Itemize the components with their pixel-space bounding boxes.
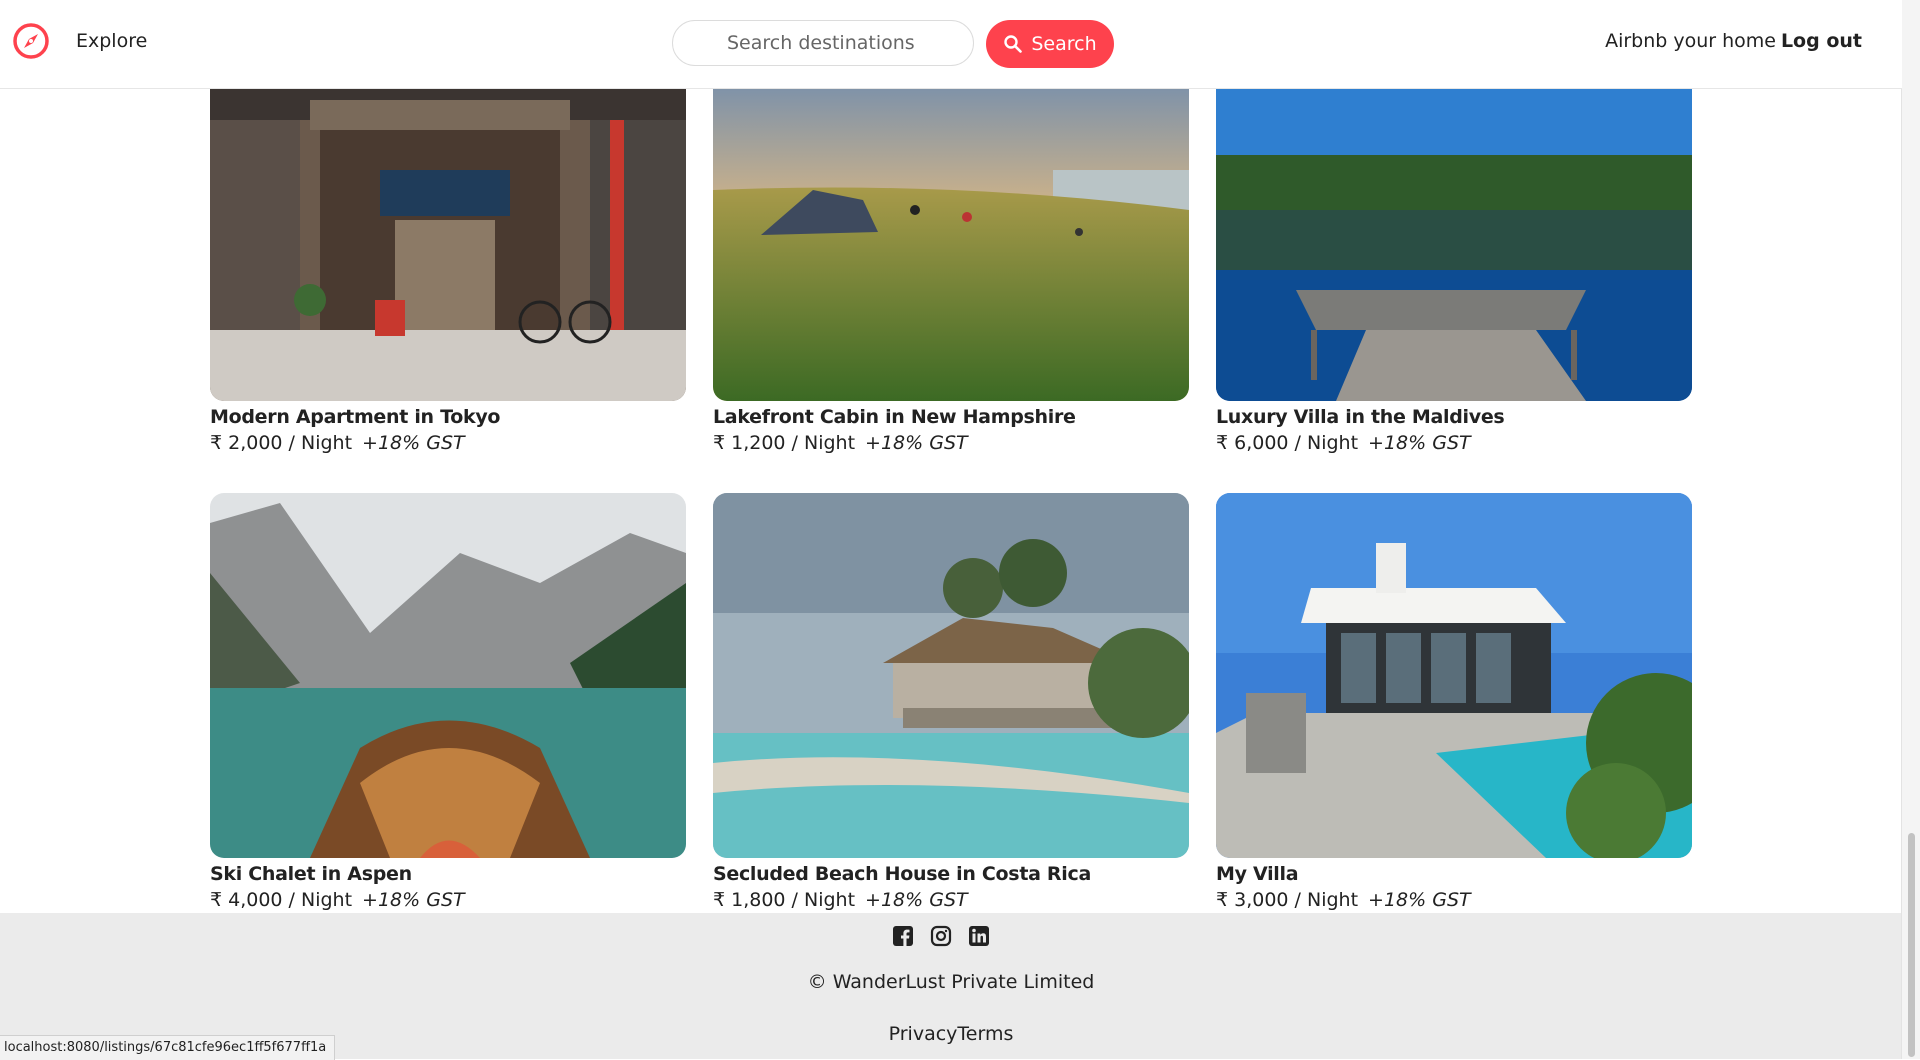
listing-card[interactable]: My Villa ₹ 3,000 / Night +18% GST bbox=[1216, 493, 1692, 911]
listing-card[interactable]: Modern Apartment in Tokyo ₹ 2,000 / Nigh… bbox=[210, 60, 686, 454]
listing-price-value: ₹ 1,200 / Night bbox=[713, 432, 856, 454]
listing-gst: +18% GST bbox=[362, 432, 465, 454]
page-scrollbar[interactable] bbox=[1901, 0, 1920, 1059]
listing-price: ₹ 6,000 / Night +18% GST bbox=[1216, 432, 1692, 454]
listing-image[interactable] bbox=[713, 60, 1189, 401]
listing-price-value: ₹ 6,000 / Night bbox=[1216, 432, 1359, 454]
listing-card[interactable]: Lakefront Cabin in New Hampshire ₹ 1,200… bbox=[713, 60, 1189, 454]
search-button[interactable]: Search bbox=[986, 20, 1114, 68]
explore-link[interactable]: Explore bbox=[76, 30, 147, 52]
social-links bbox=[892, 925, 990, 947]
listing-gst: +18% GST bbox=[362, 889, 465, 911]
listing-gst: +18% GST bbox=[1368, 889, 1471, 911]
listing-title[interactable]: Secluded Beach House in Costa Rica bbox=[713, 863, 1189, 885]
status-bar-url: localhost:8080/listings/67c81cfe96ec1ff5… bbox=[0, 1035, 336, 1060]
search-icon bbox=[1004, 35, 1023, 53]
listing-price-value: ₹ 4,000 / Night bbox=[210, 889, 353, 911]
logout-link[interactable]: Log out bbox=[1781, 30, 1862, 52]
listing-price: ₹ 4,000 / Night +18% GST bbox=[210, 889, 686, 911]
listing-price-value: ₹ 2,000 / Night bbox=[210, 432, 353, 454]
listing-title[interactable]: Luxury Villa in the Maldives bbox=[1216, 406, 1692, 428]
listing-gst: +18% GST bbox=[865, 432, 968, 454]
copyright-text: © WanderLust Private Limited bbox=[807, 971, 1095, 993]
listing-card[interactable]: Secluded Beach House in Costa Rica ₹ 1,8… bbox=[713, 493, 1189, 911]
search-input[interactable] bbox=[672, 20, 974, 66]
search-button-label: Search bbox=[1031, 33, 1097, 55]
listing-title[interactable]: Lakefront Cabin in New Hampshire bbox=[713, 406, 1189, 428]
listing-image[interactable] bbox=[713, 493, 1189, 858]
listing-gst: +18% GST bbox=[865, 889, 968, 911]
linkedin-icon[interactable] bbox=[968, 925, 990, 947]
listing-title[interactable]: Modern Apartment in Tokyo bbox=[210, 406, 686, 428]
facebook-icon[interactable] bbox=[892, 925, 914, 947]
listing-price: ₹ 1,200 / Night +18% GST bbox=[713, 432, 1189, 454]
compass-logo-icon[interactable] bbox=[12, 22, 50, 60]
listing-gst: +18% GST bbox=[1368, 432, 1471, 454]
listing-price-value: ₹ 3,000 / Night bbox=[1216, 889, 1359, 911]
listing-image[interactable] bbox=[210, 60, 686, 401]
listing-card[interactable]: Ski Chalet in Aspen ₹ 4,000 / Night +18% … bbox=[210, 493, 686, 911]
instagram-icon[interactable] bbox=[930, 925, 952, 947]
listing-image[interactable] bbox=[210, 493, 686, 858]
navbar: Explore Search Airbnb your home Log out bbox=[0, 0, 1902, 89]
listing-image[interactable] bbox=[1216, 60, 1692, 401]
listing-title[interactable]: Ski Chalet in Aspen bbox=[210, 863, 686, 885]
listing-price: ₹ 2,000 / Night +18% GST bbox=[210, 432, 686, 454]
listing-price: ₹ 1,800 / Night +18% GST bbox=[713, 889, 1189, 911]
airbnb-your-home-link[interactable]: Airbnb your home bbox=[1605, 30, 1776, 52]
listing-price-value: ₹ 1,800 / Night bbox=[713, 889, 856, 911]
listing-card[interactable]: Luxury Villa in the Maldives ₹ 6,000 / N… bbox=[1216, 60, 1692, 454]
listing-price: ₹ 3,000 / Night +18% GST bbox=[1216, 889, 1692, 911]
listing-title[interactable]: My Villa bbox=[1216, 863, 1692, 885]
listing-image[interactable] bbox=[1216, 493, 1692, 858]
scrollbar-thumb[interactable] bbox=[1908, 833, 1915, 1057]
